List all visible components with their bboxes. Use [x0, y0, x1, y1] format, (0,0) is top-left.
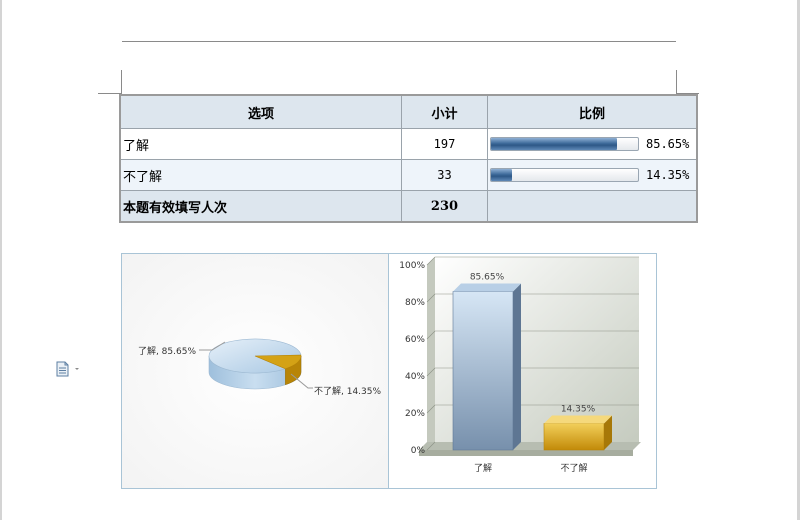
option-count: 33	[401, 159, 488, 191]
ratio-bar	[490, 168, 639, 182]
header-option: 选项	[119, 94, 402, 129]
x-tick-label: 不了解	[560, 462, 587, 474]
chart-floor-edge	[419, 450, 633, 456]
total-empty-cell	[487, 190, 698, 223]
y-tick-label: 60%	[405, 335, 425, 345]
table-row: 了解 197 85.65%	[119, 128, 698, 160]
bar-top-1	[544, 415, 612, 424]
ratio-label: 14.35%	[646, 168, 690, 182]
total-row: 本题有效填写人次 230	[119, 190, 698, 223]
y-tick-label: 0%	[411, 446, 426, 456]
header-rule	[122, 41, 676, 42]
ratio-bar	[490, 137, 639, 151]
bar-value-label: 85.65%	[470, 273, 505, 283]
header-ratio: 比例	[487, 94, 698, 129]
bar-front-1	[543, 423, 605, 451]
y-tick-label: 20%	[405, 409, 425, 419]
bar-side-0	[513, 283, 521, 450]
ratio-cell: 85.65%	[487, 128, 698, 160]
results-table: 选项 小计 比例 了解 197 85.65% 不了解 33 14.35% 本题有…	[119, 94, 698, 223]
ratio-bar-fill	[491, 169, 513, 181]
ratio-bar-fill	[491, 138, 617, 150]
bar-front-0	[452, 291, 514, 451]
charts-container: 了解, 85.65% 不了解, 14.35% 0% 20% 40% 60% 80% 100%…	[121, 253, 657, 489]
ratio-label: 85.65%	[646, 137, 690, 151]
total-count: 230	[401, 190, 488, 223]
chart-side-wall	[427, 257, 435, 450]
pie-label-0: 了解, 85.65%	[138, 345, 196, 357]
margin-corner-right	[676, 70, 677, 94]
bar-chart: 0% 20% 40% 60% 80% 100% 85.65% 了解 14.35% 不了解	[399, 256, 641, 474]
ratio-cell: 14.35%	[487, 159, 698, 191]
bar-top-0	[453, 283, 521, 292]
y-tick-label: 100%	[399, 261, 425, 271]
pie-chart: 了解, 85.65% 不了解, 14.35%	[122, 254, 388, 488]
y-tick-label: 80%	[405, 298, 425, 308]
option-count: 197	[401, 128, 488, 160]
option-label: 不了解	[119, 159, 402, 191]
pie-label-1: 不了解, 14.35%	[314, 385, 381, 397]
margin-corner-left-h	[98, 93, 121, 94]
table-row: 不了解 33 14.35%	[119, 159, 698, 191]
y-tick-label: 40%	[405, 372, 425, 382]
bar-value-label: 14.35%	[561, 404, 596, 414]
x-tick-label: 了解	[474, 462, 492, 474]
page-edge-left	[0, 0, 2, 520]
option-label: 了解	[119, 128, 402, 160]
document-icon[interactable]	[56, 361, 82, 377]
margin-corner-left	[121, 70, 122, 94]
total-label: 本题有效填写人次	[119, 190, 402, 223]
header-count: 小计	[401, 94, 488, 129]
